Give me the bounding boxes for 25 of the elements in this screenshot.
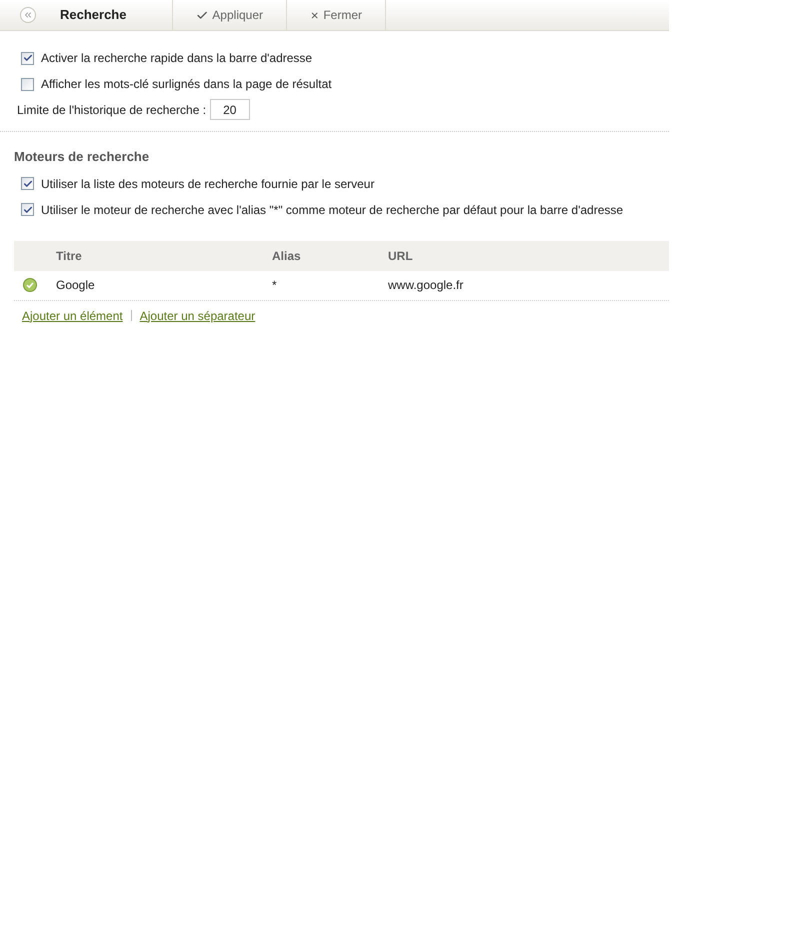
checkbox-label: Utiliser le moteur de recherche avec l'alias "*" comme moteur de recherche par défaut pour la barre d'adresse (41, 202, 624, 218)
apply-button[interactable]: Appliquer (173, 0, 287, 30)
checkbox-label: Afficher les mots-clé surlignés dans la page de résultat (41, 76, 332, 93)
table-cell-text: www.google.fr (388, 277, 464, 294)
link[interactable]: Ajouter un séparateur (140, 306, 256, 324)
checkbox[interactable] (21, 78, 34, 90)
column-header: Titre (56, 248, 83, 264)
checkbox-label: Utiliser la liste des moteurs de recherche fournie par le serveur (41, 176, 374, 192)
checkbox[interactable] (21, 203, 34, 216)
column-header: URL (388, 248, 413, 264)
back-icon (23, 10, 33, 20)
table-cell-text: Google (56, 277, 96, 294)
checkbox[interactable] (21, 52, 34, 64)
link[interactable]: Ajouter un élément (22, 306, 123, 324)
close-button[interactable]: Fermer (287, 0, 386, 30)
column-header: Alias (272, 248, 302, 264)
table-cell-text: * (272, 277, 278, 294)
history-limit-field[interactable]: 20 (210, 99, 250, 120)
check-icon (196, 8, 208, 22)
toolbar-title: Recherche (60, 6, 126, 24)
checkbox[interactable] (21, 177, 34, 190)
field-label: Limite de l'historique de recherche : (17, 102, 206, 118)
section-heading: Moteurs de recherche (14, 148, 150, 166)
check-circle-icon (23, 278, 37, 292)
checkbox-label: Activer la recherche rapide dans la barre d'adresse (41, 50, 312, 67)
